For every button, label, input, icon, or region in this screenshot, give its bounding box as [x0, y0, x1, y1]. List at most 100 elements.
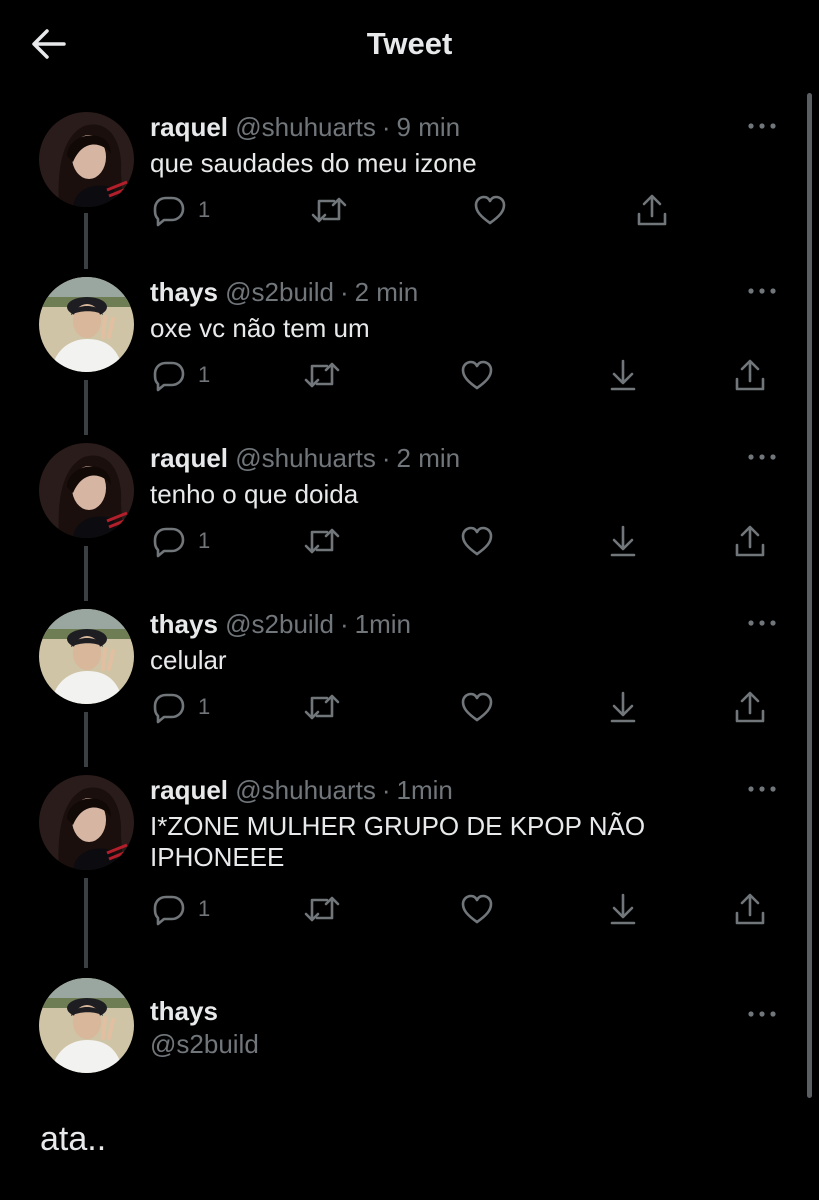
download-button[interactable]: [608, 357, 638, 393]
tweet-text: tenho o que doida: [150, 479, 359, 509]
author-handle[interactable]: @s2build: [225, 277, 334, 307]
tweet-header: thays @s2build · 1min: [150, 609, 411, 640]
reply-icon: [153, 527, 185, 558]
timestamp[interactable]: 9 min: [397, 112, 461, 142]
author-handle[interactable]: @s2build: [225, 609, 334, 639]
like-icon: [461, 360, 493, 390]
like-button[interactable]: [460, 357, 494, 393]
more-icon: [748, 123, 776, 129]
retweet-icon: [304, 694, 340, 720]
share-button[interactable]: [733, 357, 767, 393]
more-button[interactable]: [745, 779, 779, 799]
timestamp[interactable]: 2 min: [355, 277, 419, 307]
more-button[interactable]: [745, 116, 779, 136]
retweet-button[interactable]: [303, 891, 341, 927]
reply-icon: [153, 895, 185, 926]
author-handle[interactable]: @shuhuarts: [235, 775, 376, 805]
author-handle[interactable]: @s2build: [150, 1029, 259, 1059]
share-icon: [735, 525, 765, 557]
more-icon: [748, 454, 776, 460]
more-button[interactable]: [745, 447, 779, 467]
tweet-actions: 1: [0, 891, 819, 931]
more-button[interactable]: [745, 1004, 779, 1024]
tweet-actions: 1: [0, 689, 819, 729]
author-name[interactable]: raquel: [150, 112, 228, 142]
page-title: Tweet: [366, 26, 453, 61]
author-name[interactable]: thays: [150, 996, 218, 1026]
author-name[interactable]: thays: [150, 609, 218, 639]
tweet-header: raquel @shuhuarts · 2 min: [150, 443, 460, 474]
reply-button[interactable]: 1: [152, 192, 210, 228]
download-icon: [610, 359, 636, 391]
download-button[interactable]: [608, 891, 638, 927]
author-name[interactable]: raquel: [150, 443, 228, 473]
retweet-icon: [311, 197, 347, 223]
share-icon: [735, 691, 765, 723]
author-handle[interactable]: @shuhuarts: [235, 112, 376, 142]
tweet-text: celular: [150, 645, 227, 675]
like-button[interactable]: [460, 891, 494, 927]
reply-button[interactable]: 1: [152, 523, 210, 559]
share-button[interactable]: [635, 192, 669, 228]
more-icon: [748, 288, 776, 294]
like-icon: [461, 526, 493, 556]
retweet-button[interactable]: [303, 523, 341, 559]
reply-icon: [153, 361, 185, 392]
tweet-actions: 1: [0, 523, 819, 563]
more-button[interactable]: [745, 281, 779, 301]
download-icon: [610, 691, 636, 723]
download-button[interactable]: [608, 523, 638, 559]
retweet-icon: [304, 362, 340, 388]
timestamp[interactable]: 1min: [397, 775, 453, 805]
reply-button[interactable]: 1: [152, 689, 210, 725]
reply-icon: [153, 196, 185, 227]
reply-button[interactable]: 1: [152, 357, 210, 393]
author-name[interactable]: raquel: [150, 775, 228, 805]
share-button[interactable]: [733, 523, 767, 559]
avatar[interactable]: [39, 775, 134, 870]
more-icon: [748, 1011, 776, 1017]
reply-button[interactable]: 1: [152, 891, 210, 927]
like-icon: [474, 195, 506, 225]
tweet-text: oxe vc não tem um: [150, 313, 370, 343]
separator-dot: ·: [381, 443, 391, 473]
avatar[interactable]: [39, 978, 134, 1073]
retweet-button[interactable]: [310, 192, 348, 228]
timestamp[interactable]: 1min: [355, 609, 411, 639]
like-button[interactable]: [460, 523, 494, 559]
main-tweet-text: ata..: [40, 1120, 107, 1158]
tweet-header: raquel @shuhuarts · 9 min: [150, 112, 460, 143]
download-icon: [610, 525, 636, 557]
tweet-actions: 1: [0, 357, 819, 397]
tweet-header: raquel @shuhuarts · 1min: [150, 775, 453, 806]
separator-dot: ·: [339, 609, 349, 639]
share-button[interactable]: [733, 891, 767, 927]
retweet-icon: [304, 896, 340, 922]
retweet-button[interactable]: [303, 689, 341, 725]
more-button[interactable]: [745, 613, 779, 633]
author-name[interactable]: thays: [150, 277, 218, 307]
timestamp[interactable]: 2 min: [397, 443, 461, 473]
avatar-image: [39, 978, 134, 1073]
more-icon: [748, 620, 776, 626]
like-button[interactable]: [460, 689, 494, 725]
like-icon: [461, 894, 493, 924]
like-icon: [461, 692, 493, 722]
separator-dot: ·: [339, 277, 349, 307]
reply-count: 1: [198, 528, 211, 553]
reply-count: 1: [198, 896, 211, 921]
retweet-button[interactable]: [303, 357, 341, 393]
download-button[interactable]: [608, 689, 638, 725]
reply-count: 1: [198, 197, 211, 222]
tweet-header: thays @s2build · 2 min: [150, 277, 418, 308]
reply-icon: [153, 693, 185, 724]
separator-dot: ·: [381, 775, 391, 805]
scrollbar[interactable]: [807, 93, 812, 1098]
separator-dot: ·: [381, 112, 391, 142]
top-bar: Tweet: [0, 0, 819, 90]
share-icon: [637, 194, 667, 226]
share-button[interactable]: [733, 689, 767, 725]
retweet-icon: [304, 528, 340, 554]
author-handle[interactable]: @shuhuarts: [235, 443, 376, 473]
like-button[interactable]: [473, 192, 507, 228]
